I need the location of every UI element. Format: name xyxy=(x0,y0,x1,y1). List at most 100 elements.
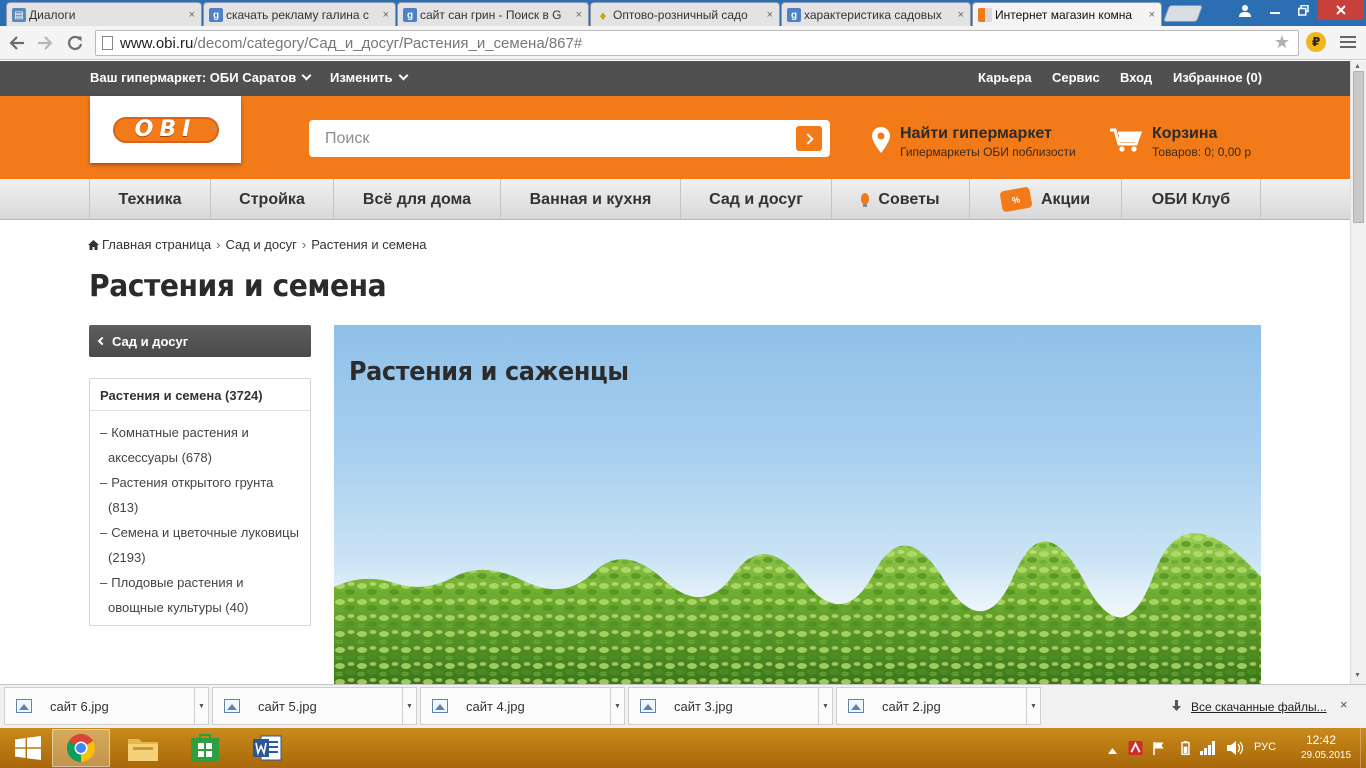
back-arrow-icon[interactable] xyxy=(6,32,28,54)
store-bar: Ваш гипермаркет: ОБИ Саратов Изменить Ка… xyxy=(0,61,1350,96)
nav-item-home[interactable]: Всё для дома xyxy=(333,179,500,220)
search-input[interactable] xyxy=(309,120,830,157)
nav-item-bath-kitchen[interactable]: Ванная и кухня xyxy=(500,179,680,220)
action-center-flag-icon[interactable] xyxy=(1152,741,1166,755)
close-icon[interactable]: × xyxy=(1149,9,1155,21)
back-to-parent-category-button[interactable]: Сад и досуг xyxy=(89,325,311,357)
download-item[interactable]: сайт 2.jpg ▼ xyxy=(836,687,1041,725)
browser-tab-2[interactable]: g скачать рекламу галина с × xyxy=(203,2,396,26)
taskbar-word[interactable] xyxy=(238,729,296,767)
nav-item-tech[interactable]: Техника xyxy=(89,179,210,220)
close-icon[interactable]: × xyxy=(383,9,389,21)
tab-title: Диалоги xyxy=(29,7,76,22)
browser-tab-6-active[interactable]: Интернет магазин комна × xyxy=(972,2,1162,27)
window-close-icon[interactable] xyxy=(1318,0,1364,20)
download-item[interactable]: сайт 3.jpg ▼ xyxy=(628,687,833,725)
category-hero-banner[interactable]: Растения и саженцы xyxy=(334,325,1261,684)
browser-tab-1[interactable]: ▤ Диалоги × xyxy=(6,2,202,26)
map-pin-icon xyxy=(872,127,890,153)
download-menu-arrow[interactable]: ▼ xyxy=(1026,688,1040,724)
obi-logo-link[interactable]: OBI ® xyxy=(90,96,241,163)
scroll-down-arrow[interactable]: ▼ xyxy=(1354,672,1361,679)
minimize-icon[interactable] xyxy=(1262,0,1288,20)
taskbar-windows-store[interactable] xyxy=(176,729,234,767)
bookmark-star-icon[interactable]: ★ xyxy=(1274,32,1290,53)
nav-item-club[interactable]: ОБИ Клуб xyxy=(1121,179,1261,220)
store-selector[interactable]: Ваш гипермаркет: ОБИ Саратов xyxy=(90,70,312,85)
browser-tab-5[interactable]: g характеристика садовых × xyxy=(781,2,971,26)
chevron-right-icon xyxy=(801,132,814,145)
restore-icon[interactable] xyxy=(1290,0,1316,20)
service-link[interactable]: Сервис xyxy=(1052,70,1100,85)
search-button[interactable] xyxy=(796,126,822,151)
breadcrumb-garden[interactable]: Сад и досуг xyxy=(225,237,296,252)
tray-expand-icon[interactable] xyxy=(1108,744,1117,758)
browser-tab-3[interactable]: g сайт сан грин - Поиск в G × xyxy=(397,2,589,26)
subcategory-seeds-bulbs[interactable]: – Семена и цветочные луковицы (2193) xyxy=(100,520,300,570)
subcategory-label: Комнатные растения и аксессуары (678) xyxy=(108,425,249,465)
show-all-downloads-link[interactable]: Все скачанные файлы... xyxy=(1172,699,1327,714)
input-language-indicator[interactable]: РУС xyxy=(1254,741,1276,753)
login-link[interactable]: Вход xyxy=(1120,70,1152,85)
page-title: Растения и семена xyxy=(89,269,387,304)
dialog-icon: ▤ xyxy=(12,8,26,22)
cart-summary: Товаров: 0; 0,00 р xyxy=(1152,145,1252,159)
forward-arrow-icon[interactable] xyxy=(34,32,56,54)
close-icon[interactable]: × xyxy=(958,9,964,21)
antivirus-icon[interactable] xyxy=(1128,741,1143,755)
download-item[interactable]: сайт 6.jpg ▼ xyxy=(4,687,209,725)
subcategory-indoor-plants[interactable]: – Комнатные растения и аксессуары (678) xyxy=(100,420,300,470)
page-scrollbar[interactable]: ▲ ▼ xyxy=(1350,61,1366,684)
clock-date[interactable]: 29.05.2015 xyxy=(1301,750,1351,761)
obi-logo: OBI xyxy=(112,116,219,143)
nav-item-label: Акции xyxy=(1040,190,1091,208)
battery-icon[interactable] xyxy=(1181,741,1190,755)
nav-item-garden[interactable]: Сад и досуг xyxy=(680,179,831,220)
store-icon xyxy=(191,734,219,762)
category-header[interactable]: Растения и семена (3724) xyxy=(90,379,310,411)
subcategory-outdoor-plants[interactable]: – Растения открытого грунта (813) xyxy=(100,470,300,520)
download-filename: сайт 3.jpg xyxy=(674,698,733,714)
download-menu-arrow[interactable]: ▼ xyxy=(194,688,208,724)
site-header: OBI ® Найти гипермаркет Гипермаркеты ОБИ… xyxy=(0,96,1350,179)
nav-item-tips[interactable]: Советы xyxy=(831,179,969,220)
new-tab-button[interactable] xyxy=(1162,5,1204,22)
clock-time[interactable]: 12:42 xyxy=(1306,733,1336,747)
tab-title: сайт сан грин - Поиск в G xyxy=(420,7,562,22)
taskbar-chrome[interactable] xyxy=(52,729,110,767)
close-icon[interactable]: × xyxy=(189,9,195,21)
download-item[interactable]: сайт 5.jpg ▼ xyxy=(212,687,417,725)
image-file-icon xyxy=(640,699,656,713)
close-icon[interactable]: × xyxy=(576,9,582,21)
address-bar[interactable]: www.obi.ru/decom/category/Сад_и_досуг/Ра… xyxy=(95,30,1299,56)
change-store-link[interactable]: Изменить xyxy=(330,70,408,85)
download-menu-arrow[interactable]: ▼ xyxy=(818,688,832,724)
windows-start-button[interactable] xyxy=(6,732,50,764)
career-link[interactable]: Карьера xyxy=(978,70,1032,85)
volume-icon[interactable] xyxy=(1227,741,1243,755)
scroll-up-arrow[interactable]: ▲ xyxy=(1354,63,1361,70)
download-filename: сайт 4.jpg xyxy=(466,698,525,714)
user-icon[interactable] xyxy=(1232,0,1258,20)
percent-badge-icon: % xyxy=(999,186,1033,213)
signal-strength-icon[interactable] xyxy=(1200,741,1216,755)
close-icon[interactable]: × xyxy=(767,9,773,21)
browser-tab-4[interactable]: ♦ Оптово-розничный садо × xyxy=(590,2,780,26)
breadcrumb-home[interactable]: Главная страница xyxy=(102,237,211,252)
store-label: Ваш гипермаркет: ОБИ Саратов xyxy=(90,70,297,85)
reload-icon[interactable] xyxy=(64,32,86,54)
download-menu-arrow[interactable]: ▼ xyxy=(610,688,624,724)
nav-item-promo[interactable]: % Акции xyxy=(969,179,1121,220)
google-icon: g xyxy=(787,8,801,22)
ruble-extension-icon[interactable]: ₽ xyxy=(1306,32,1326,52)
scrollbar-thumb[interactable] xyxy=(1353,71,1364,223)
download-menu-arrow[interactable]: ▼ xyxy=(402,688,416,724)
subcategory-fruit-vegetables[interactable]: – Плодовые растения и овощные культуры (4… xyxy=(100,570,300,620)
show-desktop-button[interactable] xyxy=(1360,728,1366,768)
close-downloads-shelf-icon[interactable]: × xyxy=(1340,697,1348,712)
chrome-menu-icon[interactable] xyxy=(1340,34,1356,50)
nav-item-build[interactable]: Стройка xyxy=(210,179,333,220)
taskbar-file-explorer[interactable] xyxy=(114,729,172,767)
download-item[interactable]: сайт 4.jpg ▼ xyxy=(420,687,625,725)
favorites-link[interactable]: Избранное (0) xyxy=(1173,70,1262,85)
